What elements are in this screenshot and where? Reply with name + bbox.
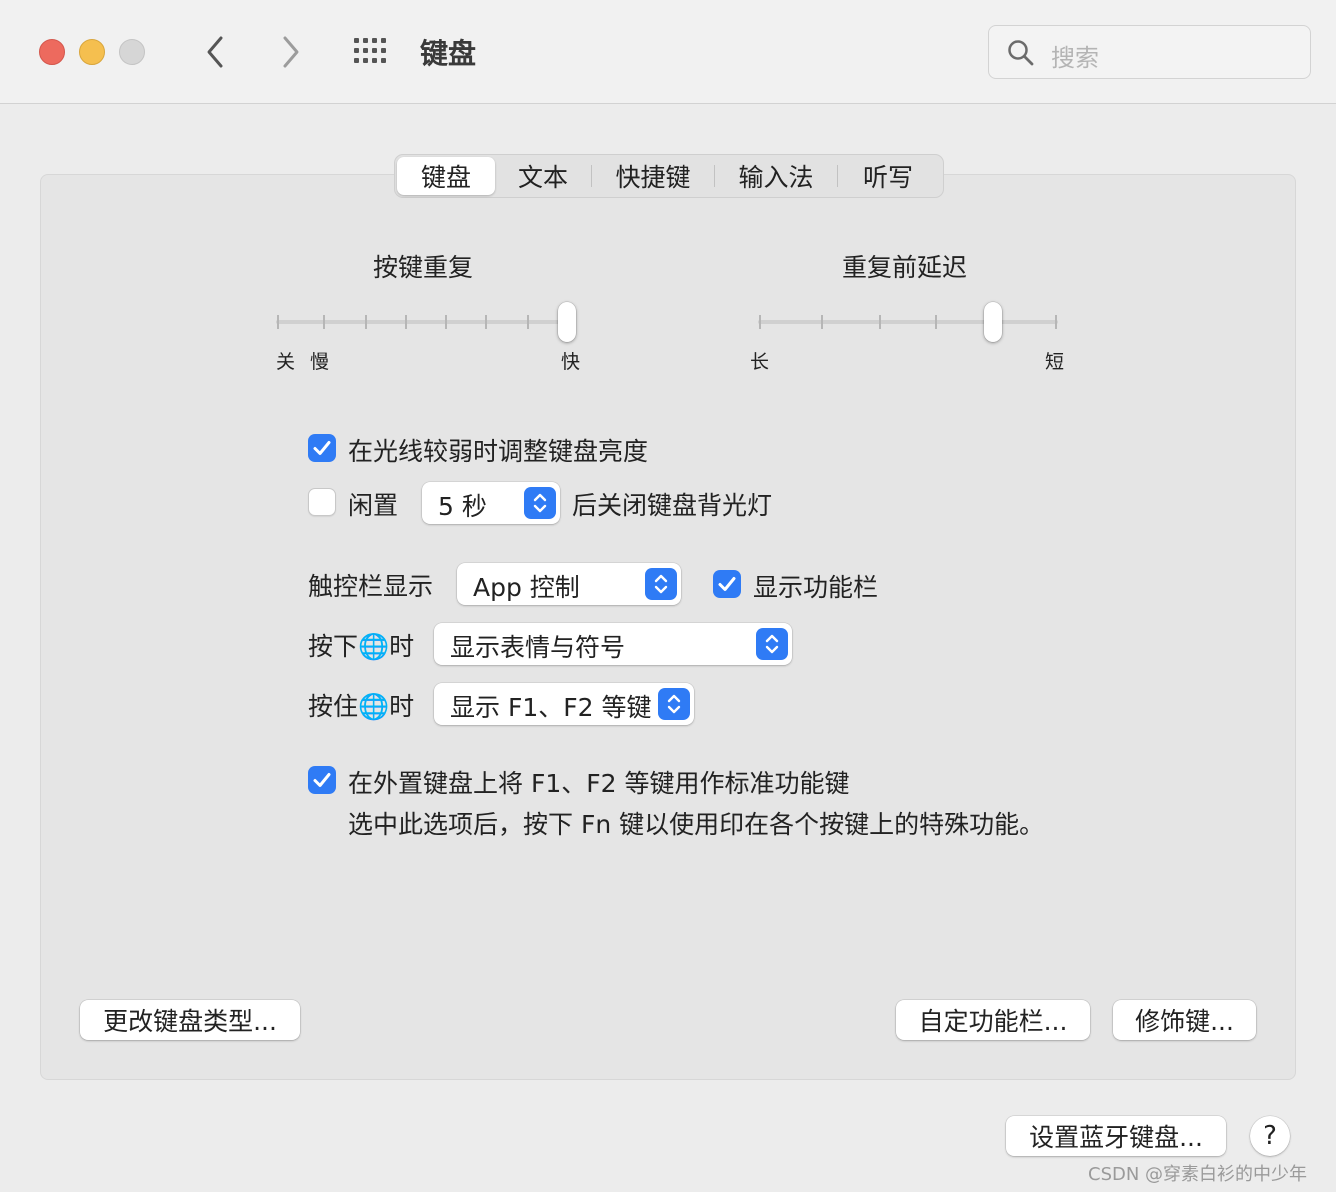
show-function-bar-checkbox[interactable]	[713, 570, 741, 598]
key-repeat-title: 按键重复	[373, 253, 474, 282]
touch-bar-value: App 控制	[473, 573, 580, 602]
hold-globe-popup[interactable]: 显示 F1、F2 等键	[434, 683, 694, 725]
slider-knob[interactable]	[984, 302, 1002, 342]
change-keyboard-type-button[interactable]: 更改键盘类型...	[80, 1000, 300, 1040]
key-repeat-slow-label: 慢	[310, 351, 330, 373]
tab-text[interactable]: 文本	[495, 157, 591, 195]
slider-tick	[527, 315, 529, 329]
adjust-brightness-label: 在光线较弱时调整键盘亮度	[348, 437, 649, 466]
slider-tick	[445, 315, 447, 329]
popup-stepper	[645, 568, 677, 600]
press-globe-popup[interactable]: 显示表情与符号	[434, 623, 792, 665]
back-button[interactable]	[196, 30, 236, 74]
key-repeat-fast-label: 快	[561, 351, 581, 373]
search-field[interactable]: 搜索	[988, 25, 1311, 79]
tab-dictation[interactable]: 听写	[838, 157, 938, 195]
up-down-chevron-icon	[533, 493, 547, 513]
slider-tick	[365, 315, 367, 329]
show-all-grid-button[interactable]	[350, 34, 394, 70]
slider-tick	[277, 315, 279, 329]
press-globe-label: 按下🌐时	[308, 632, 415, 661]
tab-input-sources[interactable]: 输入法	[715, 157, 837, 195]
chevron-left-icon	[207, 36, 223, 68]
slider-tick	[1055, 315, 1057, 329]
checkmark-icon	[313, 441, 331, 455]
minimize-button[interactable]	[79, 39, 105, 65]
idle-backlight-checkbox[interactable]	[308, 488, 336, 516]
delay-short-label: 短	[1045, 351, 1065, 373]
tab-shortcuts[interactable]: 快捷键	[592, 157, 714, 195]
search-placeholder: 搜索	[1051, 44, 1099, 72]
chevron-right-icon	[283, 36, 299, 68]
hold-globe-label: 按住🌐时	[308, 692, 415, 721]
slider-tick	[323, 315, 325, 329]
checkmark-icon	[313, 773, 331, 787]
window-title: 键盘	[420, 37, 477, 70]
delay-until-repeat-slider[interactable]	[758, 301, 1058, 342]
slider-tick	[879, 315, 881, 329]
popup-stepper	[524, 487, 556, 519]
search-icon	[1008, 40, 1034, 66]
idle-duration-popup[interactable]: 5 秒	[422, 482, 560, 524]
up-down-chevron-icon	[667, 694, 681, 714]
standard-function-keys-checkbox[interactable]	[308, 766, 336, 794]
popup-stepper	[658, 688, 690, 720]
touch-bar-label: 触控栏显示	[308, 572, 434, 601]
title-bar: 键盘 搜索	[0, 0, 1336, 104]
help-button[interactable]: ?	[1250, 1116, 1290, 1156]
slider-tick	[759, 315, 761, 329]
customize-control-strip-button[interactable]: 自定功能栏...	[896, 1000, 1090, 1040]
close-button[interactable]	[39, 39, 65, 65]
key-repeat-off-label: 关	[276, 351, 296, 373]
slider-track	[758, 320, 1058, 324]
slider-tick	[485, 315, 487, 329]
idle-duration-value: 5 秒	[438, 492, 487, 521]
up-down-chevron-icon	[765, 634, 779, 654]
zoom-button[interactable]	[119, 39, 145, 65]
slider-tick	[935, 315, 937, 329]
press-globe-value: 显示表情与符号	[450, 633, 626, 662]
slider-tick	[821, 315, 823, 329]
hold-globe-value: 显示 F1、F2 等键	[450, 693, 652, 722]
idle-prefix-label: 闲置	[348, 491, 399, 520]
key-repeat-slider[interactable]	[276, 301, 576, 342]
delay-long-label: 长	[750, 351, 770, 373]
popup-stepper	[756, 628, 788, 660]
touch-bar-popup[interactable]: App 控制	[457, 563, 681, 605]
tab-bar: 键盘 文本 快捷键 输入法 听写	[394, 154, 944, 198]
standard-function-keys-label: 在外置键盘上将 F1、F2 等键用作标准功能键	[348, 769, 850, 798]
idle-suffix-label: 后关闭键盘背光灯	[572, 491, 773, 520]
delay-until-repeat-title: 重复前延迟	[842, 253, 968, 282]
slider-tick	[405, 315, 407, 329]
show-function-bar-label: 显示功能栏	[753, 573, 879, 602]
tab-keyboard[interactable]: 键盘	[397, 157, 495, 195]
watermark-text: CSDN @穿素白衫的中少年	[1088, 1164, 1308, 1185]
modifier-keys-button[interactable]: 修饰键...	[1113, 1000, 1256, 1040]
adjust-brightness-checkbox[interactable]	[308, 434, 336, 462]
standard-function-keys-description: 选中此选项后，按下 Fn 键以使用印在各个按键上的特殊功能。	[348, 810, 1045, 839]
up-down-chevron-icon	[654, 574, 668, 594]
forward-button[interactable]	[270, 30, 310, 74]
slider-knob[interactable]	[558, 302, 576, 342]
checkmark-icon	[718, 577, 736, 591]
setup-bluetooth-keyboard-button[interactable]: 设置蓝牙键盘...	[1006, 1116, 1226, 1156]
keyboard-preferences-window: 键盘 搜索 键盘 文本 快捷键 输入法 听写 按键重复 关 慢 快 重复前延迟 …	[0, 0, 1336, 1192]
slider-track	[276, 320, 576, 324]
